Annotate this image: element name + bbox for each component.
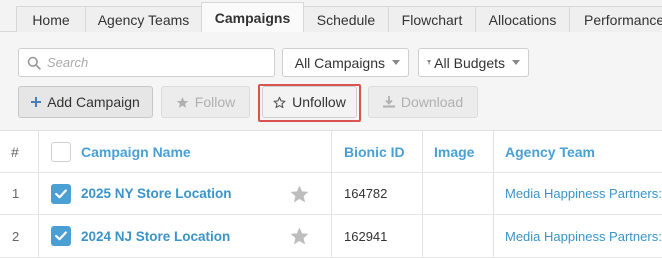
- add-campaign-label: Add Campaign: [47, 94, 140, 110]
- column-divider: [331, 173, 332, 214]
- column-divider: [493, 131, 494, 172]
- bionic-id-cell: 164782: [344, 186, 388, 201]
- column-header-index: #: [11, 143, 19, 160]
- tab-label: Agency Teams: [97, 12, 190, 28]
- tab-allocations[interactable]: Allocations: [475, 6, 570, 33]
- tab-performance[interactable]: Performance: [569, 6, 662, 33]
- tab-label: Performance: [584, 12, 662, 28]
- tab-schedule[interactable]: Schedule: [303, 6, 389, 33]
- tab-label: Campaigns: [214, 10, 291, 26]
- toolbar: All Campaigns All Budgets Add Campaign F…: [0, 32, 662, 130]
- favorite-star-icon[interactable]: [289, 173, 310, 214]
- filter-icon: [291, 62, 292, 63]
- select-all-checkbox[interactable]: [51, 142, 71, 162]
- search-box[interactable]: [18, 48, 275, 77]
- favorite-star-icon[interactable]: [289, 215, 310, 257]
- search-input[interactable]: [47, 55, 257, 70]
- column-divider: [331, 131, 332, 172]
- campaigns-table: # Campaign Name Bionic ID Image Agency T…: [0, 130, 662, 258]
- download-button[interactable]: Download: [368, 86, 478, 118]
- column-divider: [38, 131, 39, 172]
- column-divider: [422, 131, 423, 172]
- tab-label: Schedule: [316, 12, 376, 28]
- agency-team-link[interactable]: Media Happiness Partners:: [505, 215, 662, 257]
- chevron-down-icon: [512, 60, 520, 65]
- row-checkbox[interactable]: [51, 226, 71, 246]
- column-divider: [422, 215, 423, 257]
- download-label: Download: [400, 94, 464, 110]
- tab-label: Home: [32, 12, 70, 28]
- tab-flowchart[interactable]: Flowchart: [388, 6, 476, 33]
- column-header-campaign-name[interactable]: Campaign Name: [81, 131, 191, 172]
- filter-icon: [427, 60, 432, 65]
- tab-label: Flowchart: [401, 12, 463, 28]
- campaign-name-link[interactable]: 2025 NY Store Location: [81, 173, 232, 214]
- search-icon: [27, 56, 41, 70]
- star-outline-icon: [273, 96, 286, 109]
- unfollow-button[interactable]: Unfollow: [262, 86, 357, 118]
- tab-bar: Home Agency Teams Campaigns Schedule Flo…: [0, 0, 662, 33]
- row-index: 1: [12, 186, 20, 201]
- table-header-row: # Campaign Name Bionic ID Image Agency T…: [0, 131, 662, 173]
- campaigns-filter-label: All Campaigns: [294, 54, 385, 71]
- add-campaign-button[interactable]: Add Campaign: [18, 86, 153, 118]
- agency-team-link[interactable]: Media Happiness Partners:: [505, 173, 662, 214]
- checkmark-icon: [55, 231, 67, 241]
- star-icon: [176, 96, 189, 109]
- chevron-down-icon: [392, 60, 400, 65]
- column-header-agency-team[interactable]: Agency Team: [505, 131, 595, 172]
- row-checkbox[interactable]: [51, 184, 71, 204]
- campaigns-filter-dropdown[interactable]: All Campaigns: [282, 48, 409, 77]
- column-divider: [493, 215, 494, 257]
- tab-campaigns[interactable]: Campaigns: [201, 2, 304, 33]
- column-header-image[interactable]: Image: [434, 131, 474, 172]
- column-divider: [493, 173, 494, 214]
- campaign-name-link[interactable]: 2024 NJ Store Location: [81, 215, 230, 257]
- table-row[interactable]: 2 2024 NJ Store Location 162941 Media Ha…: [0, 215, 662, 258]
- checkmark-icon: [55, 189, 67, 199]
- column-divider: [331, 215, 332, 257]
- tab-label: Allocations: [488, 12, 557, 28]
- column-divider: [422, 173, 423, 214]
- tab-agency-teams[interactable]: Agency Teams: [85, 6, 202, 33]
- table-row[interactable]: 1 2025 NY Store Location 164782 Media Ha…: [0, 173, 662, 215]
- download-icon: [382, 96, 395, 108]
- column-header-bionic-id[interactable]: Bionic ID: [344, 131, 405, 172]
- budgets-filter-label: All Budgets: [434, 54, 505, 71]
- plus-icon: [31, 97, 42, 107]
- column-divider: [38, 173, 39, 214]
- follow-label: Follow: [194, 94, 236, 110]
- budgets-filter-dropdown[interactable]: All Budgets: [418, 48, 529, 77]
- column-divider: [38, 215, 39, 257]
- row-index: 2: [12, 228, 20, 244]
- tab-home[interactable]: Home: [16, 6, 86, 33]
- unfollow-label: Unfollow: [292, 94, 346, 110]
- bionic-id-cell: 162941: [344, 228, 388, 244]
- follow-button[interactable]: Follow: [161, 86, 250, 118]
